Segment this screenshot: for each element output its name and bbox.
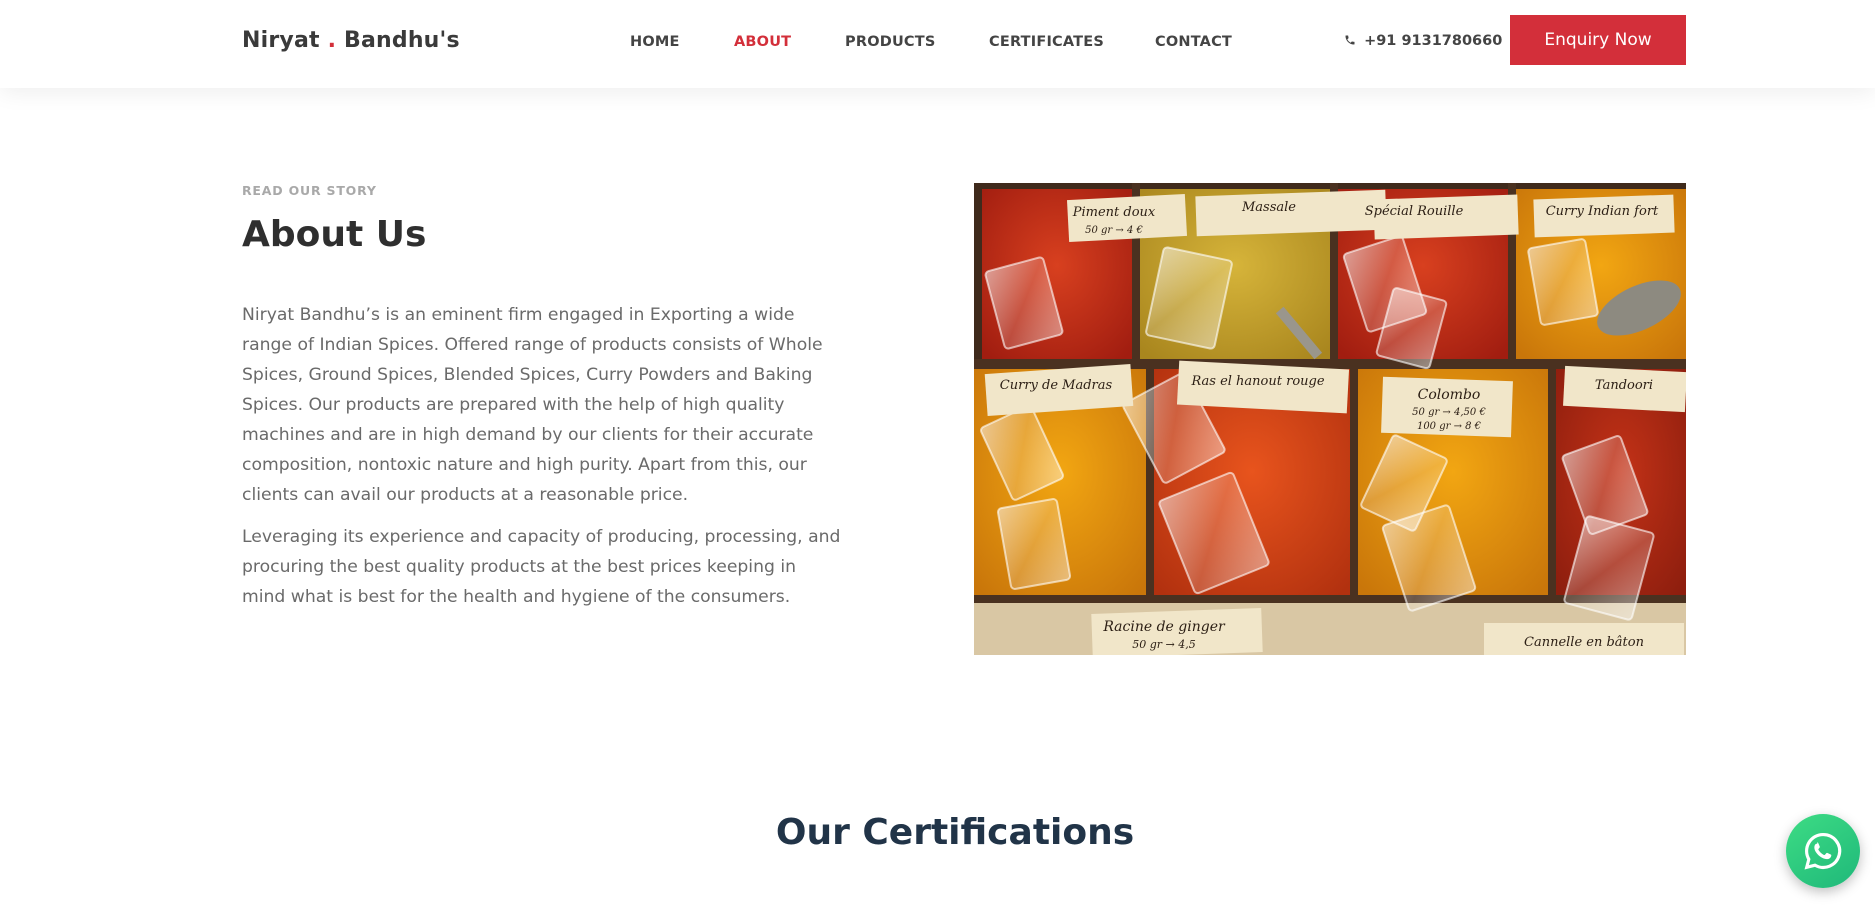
label-piment-doux-price: 50 gr → 4 € — [1085, 225, 1143, 236]
site-header: Niryat . Bandhu's HOME ABOUT PRODUCTS CE… — [0, 0, 1875, 88]
about-paragraph-2: Leveraging its experience and capacity o… — [242, 527, 841, 607]
about-title: About Us — [242, 214, 427, 255]
about-eyebrow: READ OUR STORY — [242, 183, 377, 198]
logo-text-1: Niryat — [242, 28, 320, 53]
phone-icon — [1345, 35, 1355, 45]
label-piment-doux: Piment doux — [1072, 205, 1156, 220]
nav-contact[interactable]: CONTACT — [1155, 34, 1232, 50]
nav-products[interactable]: PRODUCTS — [845, 34, 936, 50]
label-curry-de-madras: Curry de Madras — [1000, 378, 1113, 393]
whatsapp-icon — [1804, 833, 1842, 870]
phone-number[interactable]: +91 9131780660 — [1344, 33, 1502, 49]
label-colombo-price: 50 gr → 4,50 € — [1412, 407, 1486, 418]
label-massale: Massale — [1241, 200, 1296, 215]
about-text: Niryat Bandhu’s is an eminent firm engag… — [242, 300, 842, 612]
whatsapp-button[interactable] — [1786, 814, 1860, 888]
about-paragraph-1: Niryat Bandhu’s is an eminent firm engag… — [242, 305, 823, 505]
nav-about[interactable]: ABOUT — [734, 34, 791, 50]
label-racine-price: 50 gr → 4,5 — [1132, 638, 1196, 651]
label-colombo: Colombo — [1418, 387, 1481, 403]
logo-dot: . — [327, 28, 337, 53]
label-ras-el-hanout: Ras el hanout rouge — [1190, 374, 1324, 389]
site-logo[interactable]: Niryat . Bandhu's — [242, 28, 460, 53]
nav-certificates[interactable]: CERTIFICATES — [989, 34, 1104, 50]
nav-home[interactable]: HOME — [630, 34, 680, 50]
label-racine-de-ginger: Racine de ginger — [1102, 619, 1226, 635]
label-cannelle: Cannelle en bâton — [1524, 635, 1644, 650]
label-tandoori: Tandoori — [1595, 378, 1653, 393]
spices-photo: Piment doux 50 gr → 4 € Massale Spécial … — [974, 183, 1686, 655]
certifications-title: Our Certifications — [775, 812, 1135, 853]
label-colombo-price-2: 100 gr → 8 € — [1417, 421, 1482, 432]
label-curry-indian-fort: Curry Indian fort — [1546, 204, 1659, 219]
phone-text: +91 9131780660 — [1364, 33, 1503, 49]
enquiry-now-button[interactable]: Enquiry Now — [1510, 15, 1686, 65]
label-special-rouille: Spécial Rouille — [1365, 204, 1464, 219]
logo-text-2: Bandhu's — [344, 28, 460, 53]
